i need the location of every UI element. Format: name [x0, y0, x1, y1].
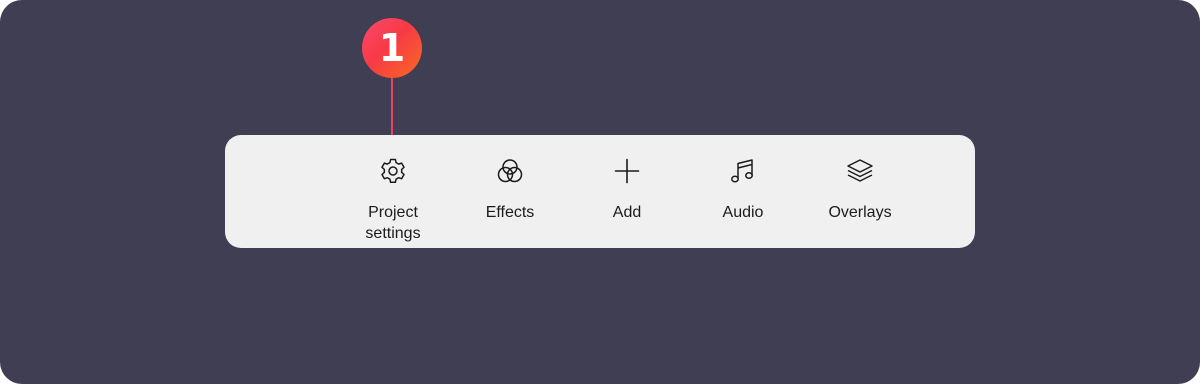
callout-badge-1: 1: [362, 18, 422, 78]
audio-button[interactable]: Audio: [688, 135, 798, 248]
gear-icon: [377, 155, 409, 187]
effects-button[interactable]: Effects: [455, 135, 565, 248]
effects-label: Effects: [485, 204, 535, 221]
add-button[interactable]: Add: [572, 135, 682, 248]
audio-label: Audio: [722, 204, 764, 221]
effects-circles-icon: [494, 155, 526, 187]
overlays-label: Overlays: [828, 204, 892, 221]
music-note-icon: [727, 155, 759, 187]
add-label: Add: [612, 204, 642, 221]
editor-toolbar: Project settings Effects Add Audio Overl…: [225, 135, 975, 248]
project-settings-label: Project settings: [365, 204, 421, 242]
project-settings-button[interactable]: Project settings: [338, 135, 448, 248]
plus-icon: [611, 155, 643, 187]
stage-background: 1 Project settings Effects Add Audio Ove…: [0, 0, 1200, 384]
overlays-button[interactable]: Overlays: [805, 135, 915, 248]
layers-icon: [844, 155, 876, 187]
